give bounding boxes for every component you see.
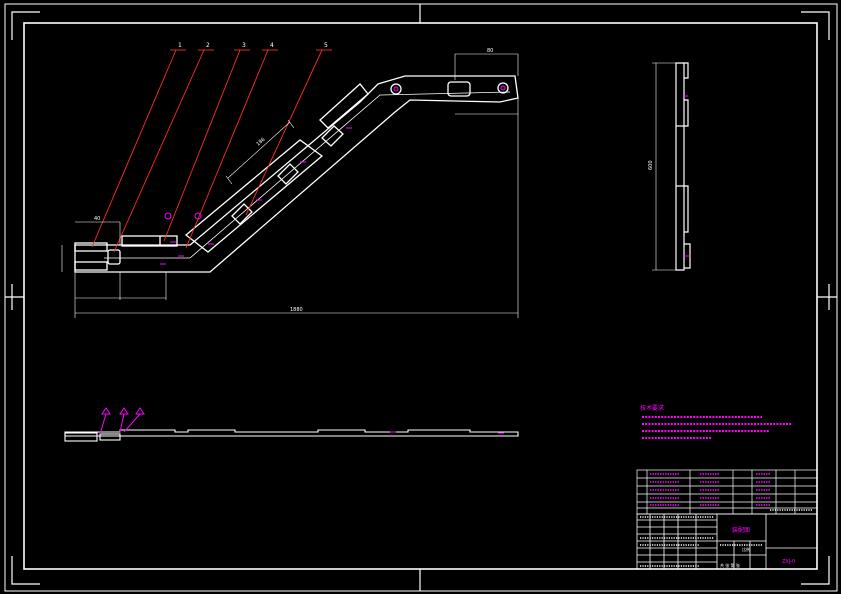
balloon-1: 1 [178, 42, 182, 49]
drawing-sheet: 1 2 3 4 5 1880 80 186 40 600 技术要求 装配图 ZX… [4, 3, 838, 592]
side-height-label: 600 [648, 160, 654, 170]
balloon-5: 5 [324, 42, 328, 49]
balloon-leaders [91, 49, 332, 253]
left-width-label: 40 [94, 216, 100, 222]
parts-list [636, 469, 818, 515]
balloon-3: 3 [242, 42, 246, 49]
angled-length-label: 186 [255, 137, 266, 148]
balloon-2: 2 [206, 42, 210, 49]
plan-view-markers [160, 85, 506, 265]
front-view [64, 429, 519, 442]
side-view [675, 62, 691, 271]
title-block-text: 装配图 ZXJ-0 比例 共 张 第 张 [720, 526, 795, 568]
top-width-label: 80 [487, 48, 493, 54]
overall-length-label: 1880 [290, 307, 303, 313]
sheet-count-label: 共 张 第 张 [720, 562, 740, 568]
tech-notes: 技术要求 [640, 404, 792, 439]
balloon-4: 4 [270, 42, 274, 49]
tech-notes-lines [642, 416, 792, 439]
assembly-name: 装配图 [732, 526, 750, 534]
side-view-dimension [652, 62, 676, 271]
sheet-frame [4, 3, 838, 592]
drawing-number: ZXJ-0 [782, 559, 795, 565]
title-block-fill [640, 509, 812, 567]
balloon-labels: 1 2 3 4 5 [178, 42, 328, 49]
scale-label: 比例 [742, 546, 750, 552]
tech-notes-title: 技术要求 [640, 404, 664, 412]
